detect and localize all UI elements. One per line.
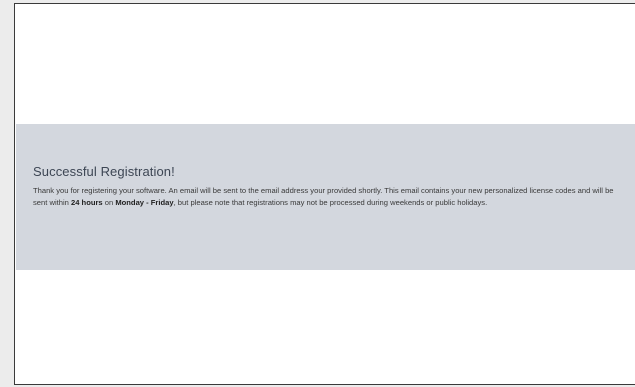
highlight-days: Monday - Friday: [115, 198, 174, 207]
message-text-part-3: , but please note that registrations may…: [173, 198, 488, 207]
highlight-hours: 24 hours: [71, 198, 103, 207]
page-frame: Successful Registration! Thank you for r…: [14, 3, 635, 385]
success-title: Successful Registration!: [33, 164, 175, 179]
success-message: Thank you for registering your software.…: [33, 185, 617, 209]
message-text-part-2: on: [102, 198, 116, 207]
registration-success-panel: Successful Registration! Thank you for r…: [16, 124, 635, 270]
